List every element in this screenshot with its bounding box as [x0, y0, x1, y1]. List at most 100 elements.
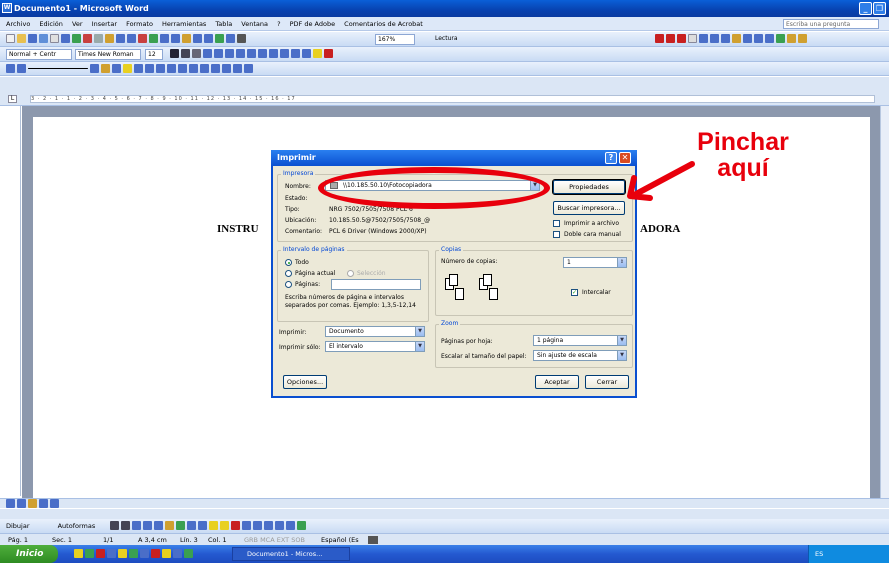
print-only-select[interactable]: El intervalo ▼	[325, 341, 425, 352]
reading-mode-button[interactable]: Lectura	[433, 34, 469, 45]
annotation-arrow-icon	[627, 161, 695, 201]
pages-per-sheet-value: 1 página	[537, 337, 564, 344]
location-label: Ubicación:	[285, 217, 317, 224]
comment-value: PCL 6 Driver (Windows 2000/XP)	[329, 228, 427, 235]
horizontal-ruler[interactable]: L 3 · 2 · 1 · 1 · 2 · 3 · 4 · 5 · 6 · 7 …	[0, 92, 889, 106]
options-button[interactable]: Opciones...	[283, 375, 327, 389]
quick-launch-icons[interactable]	[74, 549, 193, 560]
duplex-checkbox[interactable]	[553, 231, 560, 238]
menu-herramientas[interactable]: Herramientas	[162, 20, 206, 28]
tray-language[interactable]: ES	[815, 550, 823, 558]
menu-formato[interactable]: Formato	[126, 20, 153, 28]
font-size-select[interactable]: 12	[145, 49, 163, 60]
pages-input[interactable]	[331, 279, 421, 290]
document-heading-right: ADORA	[640, 223, 681, 235]
start-button[interactable]: Inicio	[0, 545, 58, 563]
menu-comentarios-acrobat[interactable]: Comentarios de Acrobat	[344, 20, 423, 28]
standard-toolbar-icons[interactable]	[6, 34, 246, 45]
pages-per-sheet-select[interactable]: 1 página ▼	[533, 335, 627, 346]
status-label: Estado:	[285, 195, 308, 202]
accept-button[interactable]: Aceptar	[535, 375, 579, 389]
formatting-toolbar: Normal + Centr Times New Roman 12	[0, 47, 889, 62]
drawing-toolbar: Dibujar Autoformas	[0, 519, 889, 533]
draw-menu[interactable]: Dibujar	[6, 522, 30, 530]
help-icon[interactable]: ?	[605, 152, 617, 164]
print-what-value: Documento	[329, 328, 364, 335]
toolbar-spacer	[0, 77, 889, 92]
copies-spinner[interactable]: 1 ⇕	[563, 257, 627, 268]
taskbar-item-word[interactable]: Documento1 - Micros...	[232, 547, 350, 561]
horizontal-scrollbar[interactable]	[0, 509, 889, 519]
ruler-scale: 3 · 2 · 1 · 1 · 2 · 3 · 4 · 5 · 6 · 7 · …	[30, 95, 875, 103]
chevron-down-icon: ▼	[617, 351, 626, 360]
pages-radio[interactable]	[285, 281, 292, 288]
print-to-file-label: Imprimir a archivo	[564, 220, 620, 227]
restore-button[interactable]: ❐	[873, 2, 886, 15]
close-button[interactable]: Cerrar	[585, 375, 629, 389]
tables-borders-toolbar	[0, 62, 889, 76]
collate-page-icon	[489, 288, 498, 300]
tables-toolbar-icons[interactable]	[6, 64, 253, 75]
collate-checkbox[interactable]: ✓	[571, 289, 578, 296]
menu-ventana[interactable]: Ventana	[241, 20, 268, 28]
collate-page-icon	[483, 274, 492, 286]
menu-pdf-adobe[interactable]: PDF de Adobe	[290, 20, 335, 28]
formatting-toolbar-icons[interactable]	[170, 49, 333, 60]
zoom-group	[435, 324, 633, 368]
spelling-status-icon[interactable]	[368, 536, 378, 544]
find-printer-button[interactable]: Buscar impresora...	[553, 201, 625, 215]
menu-tabla[interactable]: Tabla	[215, 20, 232, 28]
collate-page-icon	[449, 274, 458, 286]
type-label: Tipo:	[285, 206, 300, 213]
scale-value: Sin ajuste de escala	[537, 352, 597, 359]
print-what-select[interactable]: Documento ▼	[325, 326, 425, 337]
menu-edicion[interactable]: Edición	[39, 20, 63, 28]
copies-group-label: Copias	[439, 246, 464, 253]
document-heading-left: INSTRU	[217, 223, 259, 235]
ask-question-input[interactable]: Escriba una pregunta	[783, 19, 879, 29]
copies-value: 1	[567, 259, 571, 266]
menu-ver[interactable]: Ver	[72, 20, 83, 28]
scale-label: Escalar al tamaño del papel:	[441, 353, 527, 360]
print-dialog-title: Imprimir	[277, 153, 316, 162]
location-value: 10.185.50.5@7502/7505/7508_@	[329, 217, 431, 224]
all-pages-radio[interactable]	[285, 259, 292, 266]
menu-bar: Archivo Edición Ver Insertar Formato Her…	[0, 17, 889, 31]
properties-button[interactable]: Propiedades	[552, 179, 626, 195]
font-select[interactable]: Times New Roman	[75, 49, 141, 60]
current-page-label: Página actual	[295, 270, 336, 277]
print-to-file-checkbox[interactable]	[553, 220, 560, 227]
acrobat-toolbar-icons[interactable]	[655, 34, 807, 45]
window-title: Documento1 - Microsoft Word	[14, 4, 149, 13]
style-select[interactable]: Normal + Centr	[6, 49, 72, 60]
vertical-ruler[interactable]	[9, 106, 21, 496]
name-label: Nombre:	[285, 183, 311, 190]
print-only-label: Imprimir sólo:	[279, 344, 321, 351]
duplex-label: Doble cara manual	[564, 231, 621, 238]
scale-select[interactable]: Sin ajuste de escala ▼	[533, 350, 627, 361]
minimize-button[interactable]: _	[859, 2, 872, 15]
vertical-scrollbar[interactable]	[880, 106, 889, 506]
tab-selector-icon[interactable]: L	[8, 95, 17, 103]
printer-group-label: Impresora	[281, 170, 316, 177]
selection-radio[interactable]	[347, 270, 354, 277]
pages-per-sheet-label: Páginas por hoja:	[441, 338, 493, 345]
zoom-select[interactable]: 167%	[375, 34, 415, 45]
print-what-label: Imprimir:	[279, 329, 307, 336]
page-range-hint: Escriba números de página e intervalos s…	[285, 294, 416, 309]
pages-label: Páginas:	[295, 281, 321, 288]
current-page-radio[interactable]	[285, 270, 292, 277]
window-title-bar: W Documento1 - Microsoft Word _ ❐	[0, 0, 889, 17]
drawing-toolbar-icons[interactable]	[110, 521, 306, 532]
menu-archivo[interactable]: Archivo	[6, 20, 30, 28]
menu-insertar[interactable]: Insertar	[92, 20, 117, 28]
menu-ayuda[interactable]: ?	[277, 20, 280, 28]
chevron-down-icon: ▼	[415, 342, 424, 351]
word-app-icon: W	[2, 3, 12, 13]
autoshapes-menu[interactable]: Autoformas	[58, 522, 96, 530]
spinner-arrows-icon[interactable]: ⇕	[617, 258, 626, 267]
copies-label: Número de copias:	[441, 258, 498, 265]
collate-label: Intercalar	[582, 289, 611, 296]
selection-label: Selección	[357, 270, 386, 277]
highlight-ellipse	[318, 167, 550, 209]
